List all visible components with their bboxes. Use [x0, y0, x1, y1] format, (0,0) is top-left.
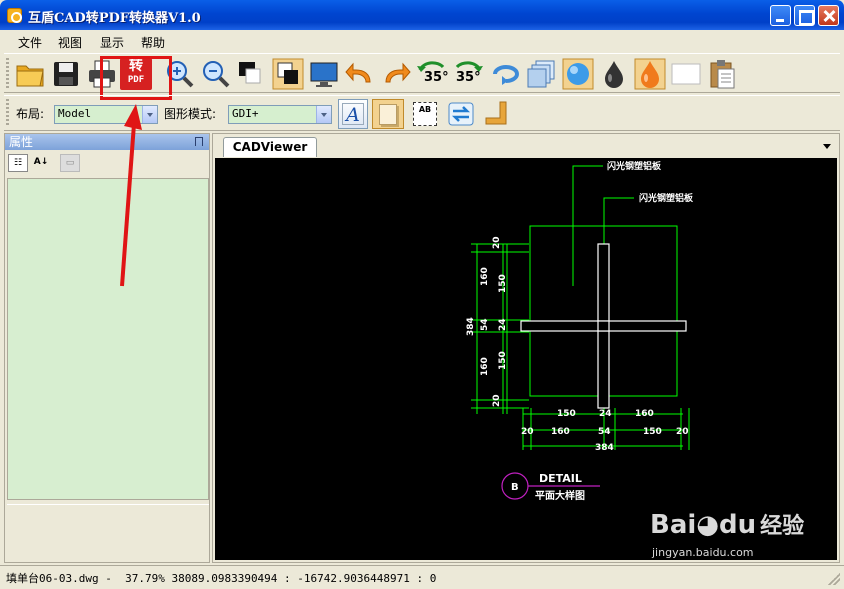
paw-icon: ◕	[696, 510, 719, 540]
blank-page-icon[interactable]	[670, 58, 702, 90]
menu-help[interactable]: 帮助	[141, 34, 165, 51]
toolbar-grip[interactable]	[6, 58, 9, 88]
rotate-left-button[interactable]: 35°	[416, 58, 449, 90]
select-text-icon: AB	[413, 102, 437, 126]
rotate-right-label: 35°	[456, 70, 481, 85]
status-text: 填单台06-03.dwg - 37.79% 38089.0983390494 :…	[6, 572, 437, 585]
pin-icon[interactable]	[195, 137, 203, 146]
refresh-icon[interactable]	[490, 58, 522, 90]
dim-bottom-160: 160	[635, 409, 654, 419]
rotate-right-button[interactable]: 35°	[452, 58, 484, 90]
black-ink-icon[interactable]	[598, 58, 630, 90]
maximize-button[interactable]	[794, 5, 815, 26]
black-background-icon[interactable]	[234, 58, 266, 90]
dim-left-160b: 160	[480, 357, 490, 376]
property-pages-icon[interactable]: ▭	[60, 154, 80, 172]
dim-left-total: 384	[466, 317, 476, 336]
resize-grip[interactable]	[828, 573, 840, 585]
sort-az-icon[interactable]: A↓	[31, 154, 51, 172]
dim-left-160a: 160	[480, 267, 490, 286]
app-icon	[7, 8, 22, 23]
watermark-brand: Bai	[650, 510, 697, 540]
page-icon	[379, 104, 397, 125]
layout-select-value: Model	[58, 107, 92, 120]
menu-display[interactable]: 显示	[100, 34, 124, 51]
corner-icon[interactable]	[482, 99, 512, 129]
title-bar[interactable]: 互盾CAD转PDF转换器V1.0	[0, 0, 844, 30]
select-text-button[interactable]: AB	[410, 99, 440, 129]
page-button[interactable]	[372, 99, 404, 129]
monitor-icon[interactable]	[308, 58, 340, 90]
minimize-button[interactable]	[770, 5, 791, 26]
color-blue-icon[interactable]	[562, 58, 594, 90]
dim-bottom-54: 54	[598, 427, 611, 437]
dim-bottom-24: 24	[599, 409, 612, 419]
detail-subtitle: 平面大样图	[535, 489, 585, 502]
swap-icon[interactable]	[446, 100, 476, 128]
watermark-url: jingyan.baidu.com	[652, 546, 754, 559]
baidu-watermark: Bai◕du 经验 jingyan.baidu.com	[650, 500, 830, 564]
monochrome-icon[interactable]	[272, 58, 304, 90]
layers-icon[interactable]	[526, 58, 558, 90]
dim-bottom-150b: 150	[643, 427, 662, 437]
dim-inner-150b: 150	[498, 351, 508, 370]
property-description	[7, 504, 209, 560]
layout-label: 布局:	[16, 107, 45, 121]
dim-left-20a: 20	[492, 236, 502, 249]
dim-inner-150a: 150	[498, 274, 508, 293]
categorized-icon[interactable]: ☷	[8, 154, 28, 172]
redo-icon[interactable]	[380, 58, 412, 90]
render-mode-select[interactable]: GDI+	[228, 105, 332, 124]
toolbar2-grip[interactable]	[6, 99, 9, 127]
chevron-down-icon[interactable]	[316, 106, 331, 123]
status-readout: 37.79% 38089.0983390494 : -16742.9036448…	[125, 572, 437, 585]
cross-joint	[597, 320, 610, 332]
text-a-icon: A	[342, 103, 364, 126]
detail-title: DETAIL	[539, 472, 582, 485]
render-mode-label: 图形模式:	[164, 107, 217, 121]
dim-bottom-20a: 20	[521, 427, 534, 437]
undo-icon[interactable]	[344, 58, 376, 90]
rotate-left-label: 35°	[424, 70, 449, 85]
dim-bottom-20b: 20	[676, 427, 689, 437]
menu-view[interactable]: 视图	[58, 34, 82, 51]
dim-bottom-150: 150	[557, 409, 576, 419]
status-file: 填单台06-03.dwg	[6, 572, 99, 585]
zoom-out-icon[interactable]	[200, 58, 232, 90]
annotation-highlight-box	[100, 56, 172, 100]
dim-left-20b: 20	[492, 394, 502, 407]
dim-bottom-total: 384	[595, 443, 614, 453]
text-style-button[interactable]: A	[338, 99, 368, 129]
close-button[interactable]	[818, 5, 839, 26]
properties-panel-title: 属性	[9, 135, 34, 149]
save-icon[interactable]	[50, 58, 82, 90]
clipboard-icon[interactable]	[706, 58, 738, 90]
watermark-brand-cn: 经验	[760, 514, 805, 539]
orange-ink-icon[interactable]	[634, 58, 666, 90]
annotation-arrow-icon	[120, 104, 142, 287]
status-bar: 填单台06-03.dwg - 37.79% 38089.0983390494 :…	[0, 565, 844, 589]
label-top: 闪光钢塑铝板	[607, 160, 662, 172]
menu-bar: 文件 视图 显示 帮助	[0, 30, 844, 52]
dim-left-54: 54	[480, 318, 490, 331]
dim-bottom-160a: 160	[551, 427, 570, 437]
render-mode-select-value: GDI+	[232, 107, 259, 120]
dim-inner-24: 24	[498, 318, 508, 331]
open-folder-icon[interactable]	[14, 58, 46, 90]
cad-viewer-pane: CADViewer 闪光钢塑铝板 闪光钢塑铝板 20 160 54 160 20…	[212, 133, 840, 563]
watermark-brand-2: du	[718, 510, 757, 540]
label-right: 闪光钢塑铝板	[639, 192, 694, 204]
tab-dropdown-icon[interactable]	[823, 144, 831, 149]
tab-cadviewer[interactable]: CADViewer	[223, 137, 317, 157]
menu-file[interactable]: 文件	[18, 34, 42, 51]
detail-marker-letter: B	[511, 482, 519, 493]
window-title: 互盾CAD转PDF转换器V1.0	[28, 11, 201, 26]
